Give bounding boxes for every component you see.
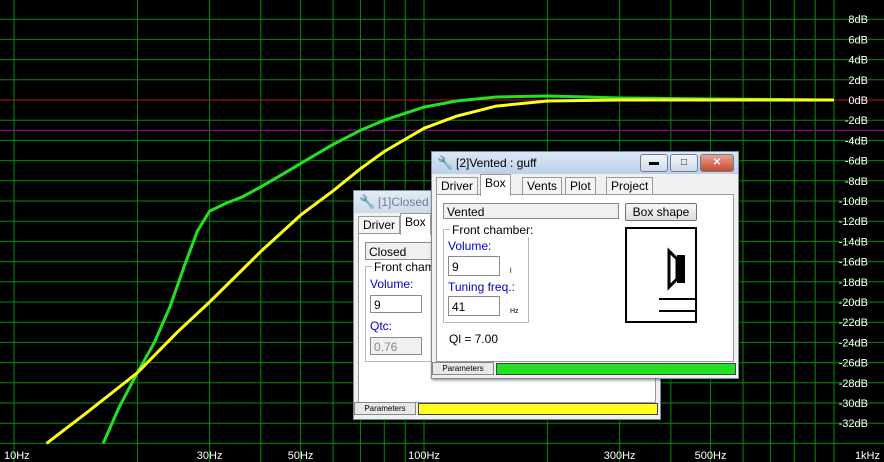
tab-plot[interactable]: Plot: [565, 177, 596, 195]
x-tick-label: 50Hz: [288, 450, 314, 462]
x-tick-label: 100Hz: [408, 450, 440, 462]
vented-window-titlebar[interactable]: 🔧 [2]Vented : guff ▬ □ ✕: [432, 152, 738, 174]
y-tick-label: -14dB: [839, 236, 868, 248]
y-tick-label: 2dB: [848, 75, 868, 87]
x-tick-label: 30Hz: [197, 450, 223, 462]
y-tick-label: -30dB: [839, 398, 868, 410]
y-axis-labels: 8dB 6dB 4dB 2dB 0dB -2dB -4dB -6dB -8dB -10dB -12d…: [839, 14, 868, 430]
y-tick-label: -26dB: [839, 358, 868, 370]
volume-input[interactable]: 9: [370, 295, 422, 313]
volume-input[interactable]: 9: [448, 256, 500, 276]
volume-label: Volume:: [370, 277, 414, 291]
tab-driver[interactable]: Driver: [358, 216, 400, 234]
x-tick-label: 500Hz: [695, 450, 727, 462]
vented-box-window[interactable]: 🔧 [2]Vented : guff ▬ □ ✕ Driver Box Vent…: [431, 151, 739, 379]
y-tick-label: 4dB: [848, 55, 868, 67]
vented-window-title: [2]Vented : guff: [456, 156, 537, 170]
wrench-icon: 🔧: [437, 155, 454, 170]
volume-label: Volume:: [448, 239, 492, 253]
closed-status-bar: Parameters: [354, 402, 658, 415]
minimize-icon[interactable]: ▬: [640, 154, 668, 172]
y-tick-label: -16dB: [839, 257, 868, 269]
y-tick-label: 8dB: [848, 14, 868, 26]
x-tick-label: 300Hz: [604, 450, 636, 462]
volume-unit: l: [510, 268, 512, 275]
x-tick-label: 1kHz: [855, 450, 880, 462]
qtc-label: Qtc:: [370, 319, 393, 333]
tuning-freq-label: Tuning freq.:: [448, 280, 515, 294]
y-tick-label: -12dB: [839, 216, 868, 228]
front-chamber-group: Front chamber: Volume: 9 l Tuning freq.:…: [443, 223, 536, 323]
wrench-icon: 🔧: [359, 194, 376, 209]
y-tick-label: -4dB: [845, 135, 868, 147]
y-tick-label: -10dB: [839, 196, 868, 208]
tab-project[interactable]: Project: [606, 177, 654, 195]
x-axis-labels: 10Hz 30Hz 50Hz 100Hz 300Hz 500Hz 1kHz: [4, 450, 880, 462]
tuning-freq-unit: Hz: [510, 308, 519, 315]
ql-value: Ql = 7.00: [449, 332, 499, 346]
y-tick-label: -2dB: [845, 115, 868, 127]
y-tick-label: -24dB: [839, 337, 868, 349]
y-tick-label: -20dB: [839, 297, 868, 309]
y-tick-label: 0dB: [848, 95, 868, 107]
y-tick-label: -6dB: [845, 156, 868, 168]
vented-status-bar: Parameters: [432, 362, 736, 375]
maximize-icon[interactable]: □: [670, 154, 698, 172]
parameters-status-tab[interactable]: Parameters: [432, 362, 494, 375]
tab-vents[interactable]: Vents: [522, 177, 563, 195]
y-tick-label: -8dB: [845, 176, 868, 188]
tab-driver[interactable]: Driver: [436, 177, 478, 195]
tab-box[interactable]: Box: [480, 174, 511, 196]
parameters-status-tab[interactable]: Parameters: [354, 402, 416, 415]
front-chamber-label: Front chamber:: [450, 223, 536, 237]
y-tick-label: -28dB: [839, 378, 868, 390]
close-icon[interactable]: ✕: [700, 154, 734, 172]
speaker-box-icon: [625, 227, 697, 323]
tuning-freq-input[interactable]: 41: [448, 296, 500, 316]
box-type-field[interactable]: Vented: [443, 203, 619, 219]
y-tick-label: -18dB: [839, 277, 868, 289]
box-shape-button[interactable]: Box shape: [625, 203, 697, 221]
vented-curve-color-bar: [496, 363, 736, 375]
y-tick-label: -22dB: [839, 317, 868, 329]
vented-box-panel: Vented Box shape Front chamber: Volume: …: [436, 194, 734, 362]
qtc-input[interactable]: 0.76: [370, 337, 422, 355]
y-tick-label: -32dB: [839, 418, 868, 430]
x-tick-label: 10Hz: [4, 450, 30, 462]
y-tick-label: 6dB: [848, 34, 868, 46]
closed-curve-color-bar: [418, 403, 658, 415]
tab-box[interactable]: Box: [400, 213, 431, 235]
